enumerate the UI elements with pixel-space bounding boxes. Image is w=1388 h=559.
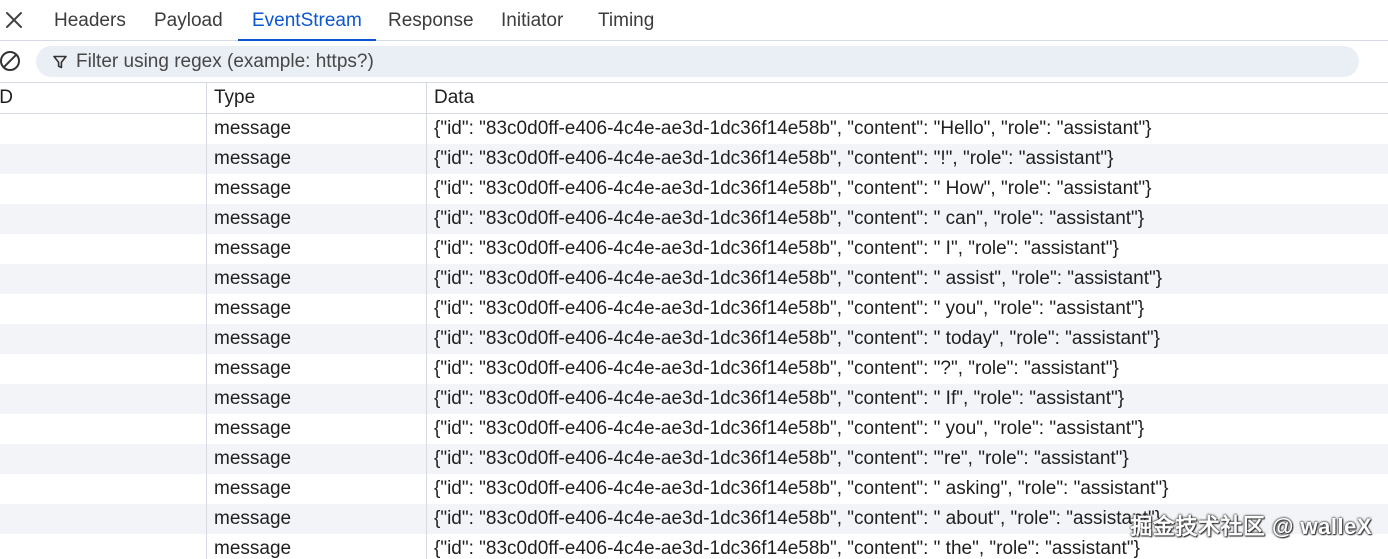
cell-id [0,114,206,144]
cell-type: message [206,324,426,354]
cell-type: message [206,474,426,504]
cell-data: {"id": "83c0d0ff-e406-4c4e-ae3d-1dc36f14… [426,444,1388,474]
table-body: message {"id": "83c0d0ff-e406-4c4e-ae3d-1… [0,114,1388,559]
table-row[interactable]: message {"id": "83c0d0ff-e406-4c4e-ae3d-1… [0,354,1388,384]
cell-id [0,384,206,414]
tab-initiator[interactable]: Initiator [501,0,563,41]
cell-id [0,414,206,444]
tab-headers[interactable]: Headers [54,0,126,41]
cell-type: message [206,444,426,474]
table-row[interactable]: message {"id": "83c0d0ff-e406-4c4e-ae3d-1… [0,234,1388,264]
cell-type: message [206,504,426,534]
clear-button[interactable] [0,49,22,73]
cell-id [0,144,206,174]
table-row[interactable]: message {"id": "83c0d0ff-e406-4c4e-ae3d-1… [0,414,1388,444]
cell-type: message [206,534,426,559]
cell-type: message [206,144,426,174]
cell-data: {"id": "83c0d0ff-e406-4c4e-ae3d-1dc36f14… [426,384,1388,414]
tab-payload[interactable]: Payload [154,0,223,41]
table-row[interactable]: message {"id": "83c0d0ff-e406-4c4e-ae3d-1… [0,444,1388,474]
cell-data: {"id": "83c0d0ff-e406-4c4e-ae3d-1dc36f14… [426,294,1388,324]
column-header-id[interactable]: ID [0,83,206,113]
cell-id [0,294,206,324]
cell-type: message [206,294,426,324]
cell-id [0,534,206,559]
table-row[interactable]: message {"id": "83c0d0ff-e406-4c4e-ae3d-1… [0,264,1388,294]
cell-data: {"id": "83c0d0ff-e406-4c4e-ae3d-1dc36f14… [426,204,1388,234]
cell-id [0,234,206,264]
cell-type: message [206,264,426,294]
table-row[interactable]: message {"id": "83c0d0ff-e406-4c4e-ae3d-1… [0,114,1388,144]
filter-box [36,46,1359,77]
cell-id [0,264,206,294]
table-row[interactable]: message {"id": "83c0d0ff-e406-4c4e-ae3d-1… [0,144,1388,174]
filter-input[interactable] [76,46,1346,77]
cell-data: {"id": "83c0d0ff-e406-4c4e-ae3d-1dc36f14… [426,354,1388,384]
cell-data: {"id": "83c0d0ff-e406-4c4e-ae3d-1dc36f14… [426,114,1388,144]
cell-type: message [206,174,426,204]
cell-id [0,474,206,504]
tab-bar: Headers Payload EventStream Response Ini… [0,0,1388,41]
cell-data: {"id": "83c0d0ff-e406-4c4e-ae3d-1dc36f14… [426,144,1388,174]
cell-type: message [206,414,426,444]
clear-icon [0,51,20,71]
filter-icon [53,55,67,69]
table-row[interactable]: message {"id": "83c0d0ff-e406-4c4e-ae3d-1… [0,294,1388,324]
cell-data: {"id": "83c0d0ff-e406-4c4e-ae3d-1dc36f14… [426,324,1388,354]
cell-id [0,324,206,354]
cell-data: {"id": "83c0d0ff-e406-4c4e-ae3d-1dc36f14… [426,174,1388,204]
cell-type: message [206,114,426,144]
column-header-data[interactable]: Data [426,83,1388,113]
cell-id [0,444,206,474]
cell-data: {"id": "83c0d0ff-e406-4c4e-ae3d-1dc36f14… [426,414,1388,444]
cell-data: {"id": "83c0d0ff-e406-4c4e-ae3d-1dc36f14… [426,264,1388,294]
cell-data: {"id": "83c0d0ff-e406-4c4e-ae3d-1dc36f14… [426,474,1388,504]
cell-type: message [206,384,426,414]
cell-type: message [206,234,426,264]
tab-timing[interactable]: Timing [598,0,654,41]
cell-data: {"id": "83c0d0ff-e406-4c4e-ae3d-1dc36f14… [426,234,1388,264]
cell-id [0,204,206,234]
table-row[interactable]: message {"id": "83c0d0ff-e406-4c4e-ae3d-1… [0,384,1388,414]
watermark: 掘金技术社区 @ walleX [1130,514,1372,539]
column-header-type[interactable]: Type [206,83,426,113]
eventstream-table: ID Type Data message{"id": "83c0d0ff-e40… [0,82,1388,559]
cell-id [0,354,206,384]
close-button[interactable] [2,8,26,32]
close-icon [6,12,22,28]
table-row[interactable]: message {"id": "83c0d0ff-e406-4c4e-ae3d-1… [0,174,1388,204]
tab-eventstream[interactable]: EventStream [238,0,376,41]
filter-bar [0,41,1388,82]
cell-id [0,174,206,204]
cell-type: message [206,204,426,234]
cell-id [0,504,206,534]
tab-response[interactable]: Response [388,0,474,41]
table-row[interactable]: message {"id": "83c0d0ff-e406-4c4e-ae3d-1… [0,324,1388,354]
table-row[interactable]: message {"id": "83c0d0ff-e406-4c4e-ae3d-1… [0,474,1388,504]
table-row[interactable]: message {"id": "83c0d0ff-e406-4c4e-ae3d-1… [0,204,1388,234]
cell-type: message [206,354,426,384]
table-header: ID Type Data [0,82,1388,114]
